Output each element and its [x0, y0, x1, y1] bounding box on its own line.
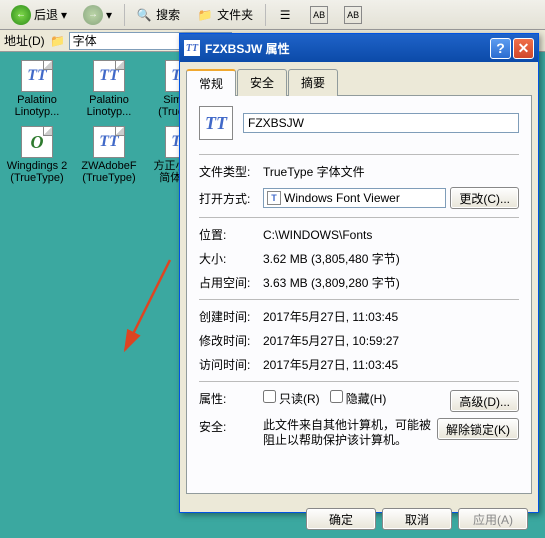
search-button[interactable]: 🔍搜索	[128, 2, 187, 28]
folders-icon: 📁	[196, 6, 214, 24]
unblock-button[interactable]: 解除锁定(K)	[437, 418, 519, 440]
title-bar[interactable]: FZXBSJW 属性 ? ✕	[180, 34, 538, 62]
properties-dialog: FZXBSJW 属性 ? ✕ 常规 安全 摘要 文件类型:TrueType 字体…	[179, 33, 539, 513]
location-label: 位置:	[199, 226, 263, 243]
dialog-buttons: 确定 取消 应用(A)	[180, 500, 538, 538]
openwith-value: Windows Font Viewer	[263, 188, 446, 208]
annotation-arrow	[120, 255, 180, 365]
titlebar-file-icon	[184, 40, 200, 56]
icon-label: PalatinoLinotyp...	[15, 94, 60, 118]
openwith-label: 打开方式:	[199, 190, 263, 207]
address-label: 地址(D)	[4, 32, 45, 49]
size-value: 3.62 MB (3,805,480 字节)	[263, 250, 519, 267]
created-value: 2017年5月27日, 11:03:45	[263, 308, 519, 325]
change-button[interactable]: 更改(C)...	[450, 187, 519, 209]
icon-label: Wingdings 2(TrueType)	[7, 160, 68, 184]
filename-input[interactable]	[243, 113, 519, 133]
type-value: TrueType 字体文件	[263, 163, 519, 180]
tab-general[interactable]: 常规	[186, 69, 236, 96]
search-icon: 🔍	[135, 6, 153, 24]
folders-button[interactable]: 📁文件夹	[189, 2, 260, 28]
forward-button[interactable]: →▾	[76, 1, 119, 29]
security-text: 此文件来自其他计算机，可能被阻止以帮助保护该计算机。	[263, 418, 437, 448]
created-label: 创建时间:	[199, 308, 263, 325]
readonly-checkbox[interactable]: 只读(R)	[263, 392, 320, 406]
type-label: 文件类型:	[199, 163, 263, 180]
size-label: 大小:	[199, 250, 263, 267]
icon-label: PalatinoLinotyp...	[87, 94, 132, 118]
close-button[interactable]: ✕	[513, 38, 534, 59]
ok-button[interactable]: 确定	[306, 508, 376, 530]
fonts-folder-icon: 📁	[49, 32, 67, 50]
tab-pane: 文件类型:TrueType 字体文件 打开方式: Windows Font Vi…	[186, 96, 532, 494]
ab-button[interactable]: AB	[303, 2, 335, 28]
tabs: 常规 安全 摘要	[186, 68, 532, 96]
list-view-button[interactable]: ☰	[269, 2, 301, 28]
help-button[interactable]: ?	[490, 38, 511, 59]
dialog-title: FZXBSJW 属性	[205, 40, 290, 57]
font-file-icon[interactable]: Wingdings 2(TrueType)	[4, 126, 70, 184]
icon-label: ZWAdobeF(TrueType)	[81, 160, 136, 184]
sizeondisk-label: 占用空间:	[199, 274, 263, 291]
sizeondisk-value: 3.63 MB (3,809,280 字节)	[263, 274, 519, 291]
file-type-icon	[199, 106, 233, 140]
font-glyph-icon	[93, 126, 125, 158]
modified-value: 2017年5月27日, 10:59:27	[263, 332, 519, 349]
font-glyph-icon	[21, 126, 53, 158]
font-file-icon[interactable]: PalatinoLinotyp...	[4, 60, 70, 118]
tab-summary[interactable]: 摘要	[288, 69, 338, 96]
hidden-checkbox[interactable]: 隐藏(H)	[330, 392, 387, 406]
accessed-label: 访问时间:	[199, 356, 263, 373]
cancel-button[interactable]: 取消	[382, 508, 452, 530]
main-toolbar: ←后退▾ →▾ 🔍搜索 📁文件夹 ☰ AB AB	[0, 0, 545, 30]
tab-security[interactable]: 安全	[237, 69, 287, 96]
list-icon: ☰	[276, 6, 294, 24]
accessed-value: 2017年5月27日, 11:03:45	[263, 356, 519, 373]
location-value: C:\WINDOWS\Fonts	[263, 228, 519, 242]
attributes-label: 属性:	[199, 390, 263, 407]
modified-label: 修改时间:	[199, 332, 263, 349]
viewer-icon	[267, 191, 281, 205]
advanced-button[interactable]: 高级(D)...	[450, 390, 519, 412]
apply-button[interactable]: 应用(A)	[458, 508, 528, 530]
security-label: 安全:	[199, 418, 263, 435]
font-file-icon[interactable]: PalatinoLinotyp...	[76, 60, 142, 118]
abbar-button[interactable]: AB	[337, 2, 369, 28]
font-glyph-icon	[21, 60, 53, 92]
back-button[interactable]: ←后退▾	[4, 1, 74, 29]
font-file-icon[interactable]: ZWAdobeF(TrueType)	[76, 126, 142, 184]
font-glyph-icon	[93, 60, 125, 92]
